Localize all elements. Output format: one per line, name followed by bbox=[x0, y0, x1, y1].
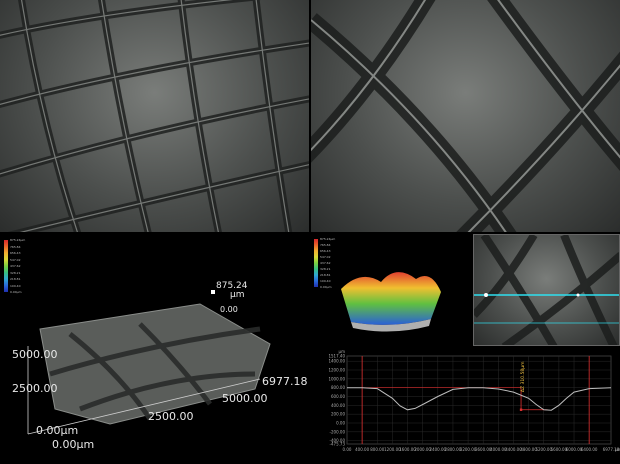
origin-x-label: 0.00μm bbox=[52, 438, 95, 451]
profile-plot: 1517.401400.001200.001000.00800.00600.00… bbox=[328, 349, 620, 452]
y-tick-label: 800.00 bbox=[331, 385, 345, 390]
microscope-image-zoomed bbox=[311, 0, 620, 232]
plot-frame bbox=[346, 355, 612, 445]
y-tick-label: -200.00 bbox=[330, 429, 346, 434]
y-tick-label: 400.00 bbox=[331, 403, 345, 408]
y-tick-label: 1400.00 bbox=[328, 359, 345, 364]
y-tick-label: 0.00 bbox=[336, 420, 345, 425]
z-zero-label: 0.00 bbox=[220, 305, 238, 314]
height-map-3d-view[interactable]: 875.24μm 765.84 656.43 547.02 437.62 328.21 21… bbox=[311, 234, 471, 344]
origin-y-label: 0.00μm bbox=[36, 424, 79, 437]
z-unit-label: μm bbox=[230, 290, 245, 300]
axis-y-low-label: 2500.00 bbox=[12, 382, 58, 395]
height-profile-chart[interactable]: 1517.40 1400.00 1200.00 1000.00 800.00 600.00… bbox=[311, 346, 620, 464]
profile-curve bbox=[347, 387, 612, 411]
x-tick-label: 400.00 bbox=[355, 447, 369, 452]
x-tick-label: 800.00 bbox=[370, 447, 384, 452]
axis-x-max-label: 6977.18 bbox=[262, 375, 308, 388]
y-tick-label: 200.00 bbox=[331, 412, 345, 417]
measure-label: ΔZ 310.58μm bbox=[520, 361, 526, 392]
fiber-mesh-zoomed bbox=[311, 0, 620, 232]
axis-x-mid-label: 2500.00 bbox=[148, 410, 194, 423]
y-tick-label: 1200.00 bbox=[328, 368, 345, 373]
axis-x-far-label: 5000.00 bbox=[222, 392, 268, 405]
x-tick-label: 6400.00 bbox=[581, 447, 598, 452]
microscope-image-wide bbox=[0, 0, 309, 232]
axis-y-mid-label: 5000.00 bbox=[12, 348, 58, 361]
y-tick-label: 1000.00 bbox=[328, 376, 345, 381]
x-tick-label: 0.00 bbox=[343, 447, 352, 452]
profile-line-overlay bbox=[474, 235, 619, 345]
surface-3d-view[interactable]: 875.24μm 765.84 656.43 547.02 437.62 328.21 21… bbox=[0, 234, 309, 464]
y-unit-label: μm bbox=[339, 349, 346, 354]
y-tick-label: 600.00 bbox=[331, 394, 345, 399]
height-map-plot bbox=[341, 272, 441, 332]
fiber-mesh-wide bbox=[0, 0, 309, 232]
profile-line-image[interactable] bbox=[473, 234, 620, 346]
measure-point bbox=[519, 408, 523, 411]
y-tick-label: -475.73 bbox=[330, 442, 346, 447]
x-unit-label: μm bbox=[615, 447, 620, 452]
